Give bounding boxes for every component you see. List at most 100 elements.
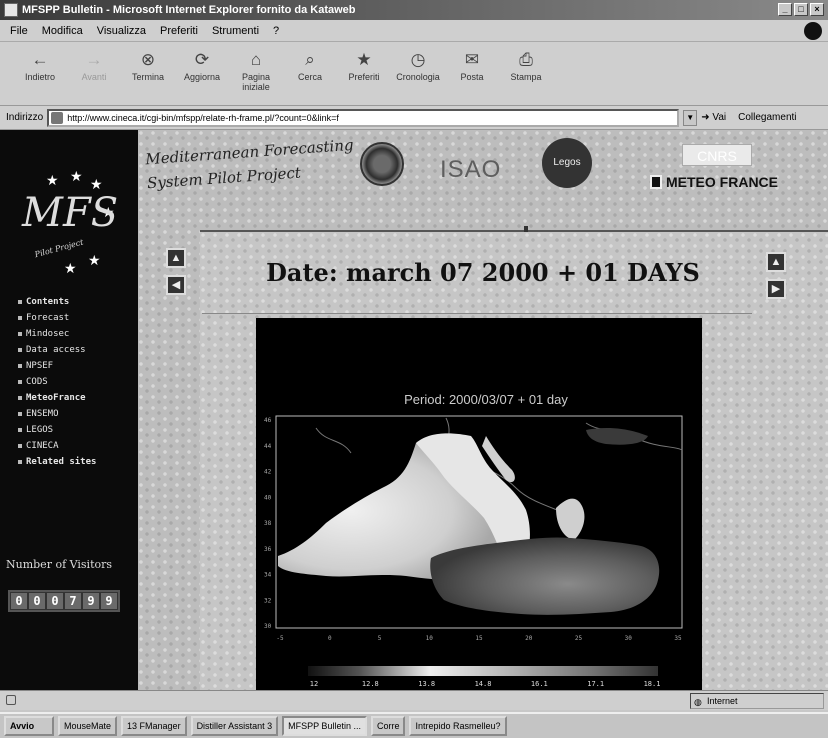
colorbar-ticks: 12 12.8 13.8 14.8 16.1 17.1 18.1 — [310, 680, 661, 688]
x-tick-label: 35 — [674, 635, 682, 642]
x-tick-label: 0 — [328, 635, 332, 642]
sidebar-item-data-access[interactable]: Data access — [18, 342, 96, 358]
menu-bar: File Modifica Visualizza Preferiti Strum… — [0, 20, 828, 42]
colorbar-tick-label: 13.8 — [418, 680, 435, 688]
logo-subtitle: Pilot Project — [33, 237, 85, 260]
go-button[interactable]: ➜ Vai — [701, 112, 726, 123]
x-tick-label: 20 — [525, 635, 533, 642]
x-axis-ticks: -5 0 5 10 15 20 25 30 35 — [276, 635, 682, 642]
toolbar-stop-button[interactable]: ⊗ Termina — [122, 42, 174, 102]
sea-east — [430, 537, 660, 615]
toolbar-mail-button[interactable]: ✉ Posta — [446, 42, 498, 102]
toolbar-favorites-button[interactable]: ★ Preferiti — [338, 42, 390, 102]
toolbar-print-button[interactable]: ⎙ Stampa — [500, 42, 552, 102]
sidebar-item-related-sites[interactable]: Related sites — [18, 454, 96, 470]
security-zone: ◍ Internet — [690, 693, 824, 709]
bulletin-date-title: Date: march 07 2000 + 01 DAYS — [266, 258, 700, 287]
sidebar: ★ ★ ★ ★ ★ ★ MFS Pilot Project Contents Fo… — [0, 130, 138, 690]
x-tick-label: 5 — [378, 635, 382, 642]
toolbar-home-button[interactable]: ⌂ Pagina iniziale — [230, 42, 282, 102]
menu-view[interactable]: Visualizza — [97, 25, 146, 37]
x-tick-label: 30 — [625, 635, 633, 642]
links-button[interactable]: Collegamenti — [738, 112, 796, 123]
minimize-button[interactable]: _ — [778, 3, 792, 16]
x-tick-label: 10 — [426, 635, 434, 642]
toolbar-search-button[interactable]: ⌕ Cerca — [284, 42, 336, 102]
taskbar: Avvio MouseMate 13 FManager Distiller Assis… — [0, 712, 828, 738]
ie-app-icon — [4, 3, 18, 17]
sidebar-item-mindosec[interactable]: Mindosec — [18, 326, 96, 342]
go-label: Vai — [712, 112, 727, 123]
colorbar-tick-label: 18.1 — [644, 680, 661, 688]
window-controls: _ □ × — [778, 3, 824, 16]
ie-throbber-icon — [804, 22, 822, 40]
address-dropdown-button[interactable]: ▼ — [683, 109, 698, 126]
menu-help[interactable]: ? — [273, 25, 279, 37]
sidebar-item-meteofrance[interactable]: MeteoFrance — [18, 390, 96, 406]
toolbar-button-label: Aggiorna — [183, 72, 221, 82]
counter-digit: 7 — [65, 593, 81, 609]
colorbar-tick-label: 14.8 — [475, 680, 492, 688]
y-tick-label: 40 — [264, 494, 272, 501]
taskbar-item[interactable]: 13 FManager — [121, 716, 187, 736]
taskbar-item[interactable]: Intrepido Rasmelleu? — [409, 716, 507, 736]
maximize-button[interactable]: □ — [794, 3, 808, 16]
toolbar-history-button[interactable]: ◷ Cronologia — [392, 42, 444, 102]
toolbar-button-label: Pagina iniziale — [241, 72, 271, 92]
close-button[interactable]: × — [810, 3, 824, 16]
history-icon: ◷ — [410, 50, 426, 69]
sea-aegean — [556, 498, 585, 540]
menu-favorites[interactable]: Preferiti — [160, 25, 198, 37]
sidebar-item-legos[interactable]: LEGOS — [18, 422, 96, 438]
start-button[interactable]: Avvio — [4, 716, 54, 736]
y-tick-label: 32 — [264, 597, 272, 604]
counter-digit: 0 — [11, 593, 27, 609]
isao-logo: ISAO — [440, 156, 502, 183]
toolbar-button-label: Termina — [131, 72, 164, 82]
sidebar-item-cineca[interactable]: CINECA — [18, 438, 96, 454]
toolbar-refresh-button[interactable]: ⟳ Aggiorna — [176, 42, 228, 102]
x-tick-label: 15 — [475, 635, 483, 642]
colorbar-tick-label: 16.1 — [531, 680, 548, 688]
page-content: ★ ★ ★ ★ ★ ★ MFS Pilot Project Contents Fo… — [0, 130, 828, 690]
counter-digit: 9 — [101, 593, 117, 609]
x-tick-label: 25 — [575, 635, 583, 642]
globe-icon: ◍ — [694, 697, 702, 707]
favorites-icon: ★ — [356, 50, 372, 69]
window-title: MFSPP Bulletin - Microsoft Internet Expl… — [22, 4, 356, 16]
taskbar-item[interactable]: Distiller Assistant 3 — [190, 716, 279, 736]
partner-header: Mediterranean Forecasting System Pilot P… — [138, 130, 828, 218]
y-tick-label: 38 — [264, 520, 272, 527]
home-icon: ⌂ — [250, 50, 262, 69]
menu-file[interactable]: File — [10, 25, 28, 37]
toolbar-button-label: Stampa — [510, 72, 542, 82]
menu-edit[interactable]: Modifica — [42, 25, 83, 37]
toolbar-button-label: Indietro — [24, 72, 56, 82]
address-input[interactable]: http://www.cineca.it/cgi-bin/mfspp/relat… — [47, 108, 680, 127]
sidebar-item-contents[interactable]: Contents — [18, 294, 96, 310]
menu-tools[interactable]: Strumenti — [212, 25, 259, 37]
meteo-france-label: METEO FRANCE — [666, 174, 778, 190]
x-tick-label: -5 — [276, 635, 284, 642]
taskbar-item[interactable]: MFSPP Bulletin ... — [282, 716, 367, 736]
taskbar-item[interactable]: Corre — [370, 716, 406, 736]
toolbar-forward-arrow-button[interactable]: → Avanti — [68, 42, 120, 102]
sidebar-item-forecast[interactable]: Forecast — [18, 310, 96, 326]
sidebar-item-cods[interactable]: CODS — [18, 374, 96, 390]
cnrs-logo: CNRS — [682, 144, 752, 166]
university-seal-logo — [360, 142, 404, 186]
y-tick-label: 46 — [264, 417, 272, 424]
toolbar-button-label: Cronologia — [396, 72, 440, 82]
star-icon: ★ — [46, 172, 59, 188]
toolbar: ← Indietro → Avanti ⊗ Termina ⟳ Aggiorna ⌂ Pagina… — [0, 42, 828, 106]
toolbar-button-label: Preferiti — [348, 72, 380, 82]
logo-mark: MFS — [22, 190, 119, 236]
browser-window: MFSPP Bulletin - Microsoft Internet Expl… — [0, 0, 828, 738]
sidebar-item-npsef[interactable]: NPSEF — [18, 358, 96, 374]
taskbar-item[interactable]: MouseMate — [58, 716, 118, 736]
toolbar-back-arrow-button[interactable]: ← Indietro — [14, 42, 66, 102]
address-label: Indirizzo — [6, 112, 44, 123]
print-icon: ⎙ — [519, 50, 533, 69]
sidebar-item-ensemo[interactable]: ENSEMO — [18, 406, 96, 422]
page-status-icon — [6, 695, 16, 705]
